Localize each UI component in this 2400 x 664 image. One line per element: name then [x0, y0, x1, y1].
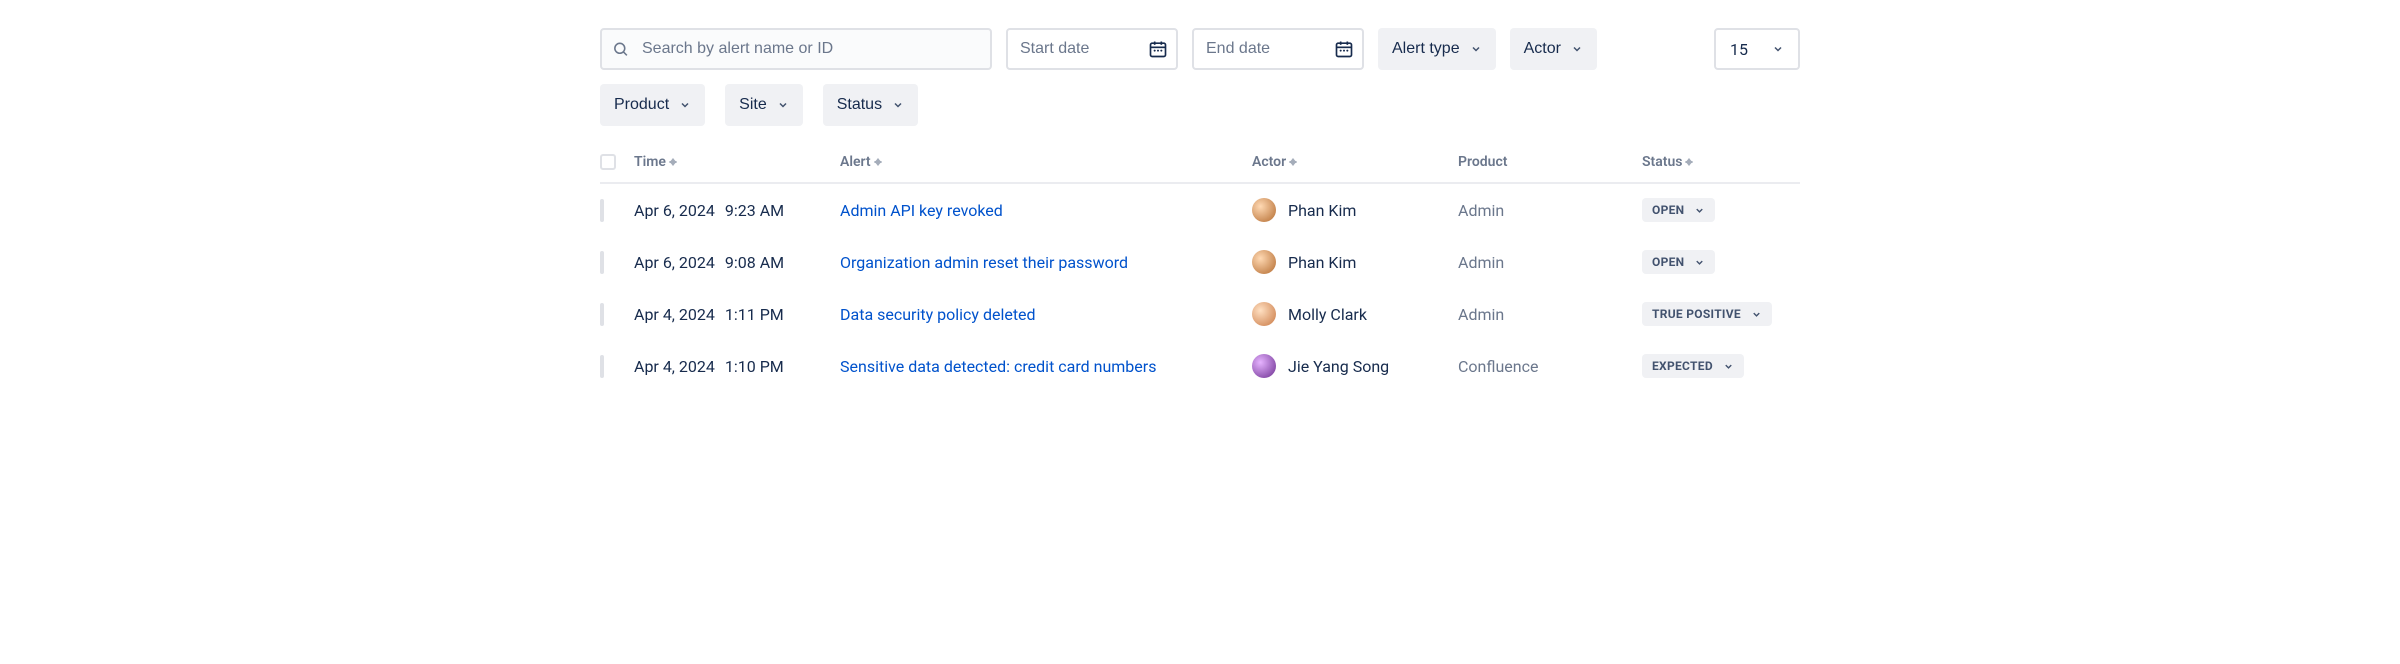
row-date: Apr 6, 2024 — [634, 201, 715, 220]
table-row: Apr 4, 2024 1:10 PM Sensitive data detecte… — [600, 340, 1800, 392]
row-checkbox[interactable] — [600, 303, 604, 326]
alert-link[interactable]: Organization admin reset their password — [840, 253, 1128, 272]
time-cell: Apr 4, 2024 1:10 PM — [634, 357, 840, 376]
search-field — [600, 28, 992, 70]
filter-row-2: Product Site Status — [600, 84, 1800, 126]
table-row: Apr 4, 2024 1:11 PM Data security policy d… — [600, 288, 1800, 340]
page-size-value: 15 — [1730, 40, 1748, 59]
status-label: OPEN — [1652, 203, 1684, 217]
chevron-down-icon — [1470, 43, 1482, 55]
product-filter[interactable]: Product — [600, 84, 705, 126]
alert-type-filter-label: Alert type — [1392, 40, 1460, 58]
sort-icon — [1289, 159, 1297, 165]
time-cell: Apr 6, 2024 9:08 AM — [634, 253, 840, 272]
status-filter-label: Status — [837, 96, 882, 114]
actor-name: Phan Kim — [1288, 253, 1356, 272]
row-time: 9:23 AM — [725, 201, 784, 220]
actor-name: Phan Kim — [1288, 201, 1356, 220]
row-date: Apr 6, 2024 — [634, 253, 715, 272]
chevron-down-icon — [777, 99, 789, 111]
actor-cell: Jie Yang Song — [1252, 354, 1458, 378]
avatar — [1252, 250, 1276, 274]
table-header: Time Alert Actor — [600, 154, 1800, 184]
status-filter[interactable]: Status — [823, 84, 918, 126]
start-date-field — [1006, 28, 1178, 70]
product-filter-label: Product — [614, 96, 669, 114]
chevron-down-icon — [679, 99, 691, 111]
avatar — [1252, 354, 1276, 378]
actor-cell: Molly Clark — [1252, 302, 1458, 326]
column-status[interactable]: Status — [1642, 154, 1822, 170]
page-size-select[interactable]: 15 — [1714, 28, 1800, 70]
table-row: Apr 6, 2024 9:23 AM Admin API key revoked P… — [600, 184, 1800, 236]
sort-icon — [1685, 159, 1693, 165]
actor-name: Jie Yang Song — [1288, 357, 1389, 376]
product-cell: Admin — [1458, 305, 1642, 324]
row-checkbox[interactable] — [600, 355, 604, 378]
row-checkbox[interactable] — [600, 199, 604, 222]
time-cell: Apr 4, 2024 1:11 PM — [634, 305, 840, 324]
table-row: Apr 6, 2024 9:08 AM Organization admin res… — [600, 236, 1800, 288]
chevron-down-icon — [1694, 257, 1705, 268]
status-label: OPEN — [1652, 255, 1684, 269]
search-icon — [612, 41, 629, 58]
filter-row-1: Alert type Actor 15 — [600, 28, 1800, 70]
status-dropdown[interactable]: EXPECTED — [1642, 354, 1744, 378]
site-filter-label: Site — [739, 96, 767, 114]
column-time[interactable]: Time — [634, 154, 840, 170]
product-cell: Confluence — [1458, 357, 1642, 376]
row-date: Apr 4, 2024 — [634, 305, 715, 324]
row-time: 1:11 PM — [725, 305, 784, 324]
table-body: Apr 6, 2024 9:23 AM Admin API key revoked P… — [600, 184, 1800, 392]
status-dropdown[interactable]: TRUE POSITIVE — [1642, 302, 1772, 326]
product-cell: Admin — [1458, 201, 1642, 220]
chevron-down-icon — [1694, 205, 1705, 216]
search-input[interactable] — [600, 28, 992, 70]
calendar-icon — [1148, 39, 1168, 59]
actor-cell: Phan Kim — [1252, 198, 1458, 222]
sort-icon — [669, 159, 677, 165]
actor-filter[interactable]: Actor — [1510, 28, 1597, 70]
chevron-down-icon — [1723, 361, 1734, 372]
sort-icon — [874, 159, 882, 165]
actor-name: Molly Clark — [1288, 305, 1367, 324]
chevron-down-icon — [1772, 43, 1784, 55]
product-cell: Admin — [1458, 253, 1642, 272]
column-alert[interactable]: Alert — [840, 154, 1252, 170]
alert-link[interactable]: Data security policy deleted — [840, 305, 1036, 324]
time-cell: Apr 6, 2024 9:23 AM — [634, 201, 840, 220]
chevron-down-icon — [892, 99, 904, 111]
actor-cell: Phan Kim — [1252, 250, 1458, 274]
alert-link[interactable]: Admin API key revoked — [840, 201, 1003, 220]
avatar — [1252, 198, 1276, 222]
calendar-icon — [1334, 39, 1354, 59]
row-date: Apr 4, 2024 — [634, 357, 715, 376]
actor-filter-label: Actor — [1524, 40, 1561, 58]
status-label: EXPECTED — [1652, 359, 1713, 373]
status-dropdown[interactable]: OPEN — [1642, 250, 1715, 274]
row-checkbox[interactable] — [600, 251, 604, 274]
alert-type-filter[interactable]: Alert type — [1378, 28, 1496, 70]
row-time: 1:10 PM — [725, 357, 784, 376]
chevron-down-icon — [1751, 309, 1762, 320]
chevron-down-icon — [1571, 43, 1583, 55]
select-all-checkbox[interactable] — [600, 154, 616, 170]
end-date-field — [1192, 28, 1364, 70]
avatar — [1252, 302, 1276, 326]
site-filter[interactable]: Site — [725, 84, 803, 126]
alert-link[interactable]: Sensitive data detected: credit card num… — [840, 357, 1156, 376]
status-dropdown[interactable]: OPEN — [1642, 198, 1715, 222]
status-label: TRUE POSITIVE — [1652, 307, 1741, 321]
alerts-table: Time Alert Actor — [600, 154, 1800, 392]
column-product[interactable]: Product — [1458, 154, 1642, 170]
column-actor[interactable]: Actor — [1252, 154, 1458, 170]
row-time: 9:08 AM — [725, 253, 784, 272]
